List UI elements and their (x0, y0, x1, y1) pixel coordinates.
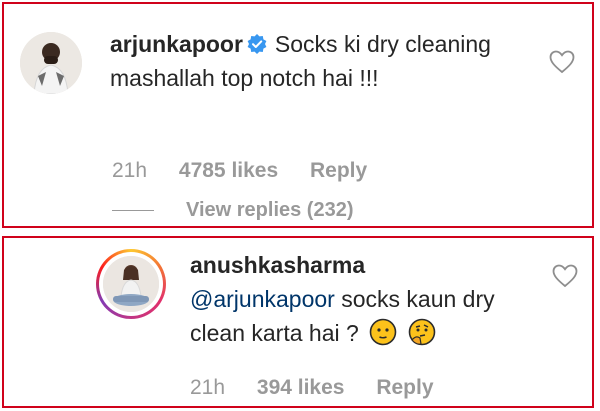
reply-button[interactable]: Reply (310, 159, 367, 182)
timestamp[interactable]: 21h (190, 376, 225, 399)
comment-card-1: arjunkapoor Socks ki dry cleaning mashal… (2, 2, 594, 228)
mention-link[interactable]: @arjunkapoor (190, 286, 335, 312)
like-heart-icon[interactable] (552, 264, 578, 288)
comment-meta: 21h 4785 likes Reply (112, 159, 393, 183)
story-ring[interactable] (96, 249, 166, 319)
view-replies-label: View replies (232) (186, 199, 354, 221)
username[interactable]: anushkasharma (190, 252, 365, 278)
comment-meta: 21h 394 likes Reply (190, 376, 460, 400)
timestamp[interactable]: 21h (112, 159, 147, 182)
comment-text: anushkasharma @arjunkapoor socks kaun dr… (190, 248, 530, 350)
like-heart-icon[interactable] (549, 50, 575, 74)
comment-card-2: anushkasharma @arjunkapoor socks kaun dr… (2, 236, 594, 408)
neutral-face-emoji-icon (369, 318, 397, 346)
profile-photo-icon (20, 32, 82, 94)
thinking-face-emoji-icon (408, 318, 435, 346)
avatar (103, 256, 159, 312)
avatar[interactable] (20, 32, 82, 94)
likes-count[interactable]: 4785 likes (179, 159, 278, 182)
likes-count[interactable]: 394 likes (257, 376, 345, 399)
verified-badge-icon (247, 34, 267, 54)
profile-photo-icon (103, 256, 159, 312)
comment-text: arjunkapoor Socks ki dry cleaning mashal… (110, 27, 510, 95)
view-replies-button[interactable]: View replies (232) (112, 199, 354, 222)
reply-button[interactable]: Reply (376, 376, 433, 399)
username[interactable]: arjunkapoor (110, 31, 243, 57)
divider-line (112, 210, 154, 212)
